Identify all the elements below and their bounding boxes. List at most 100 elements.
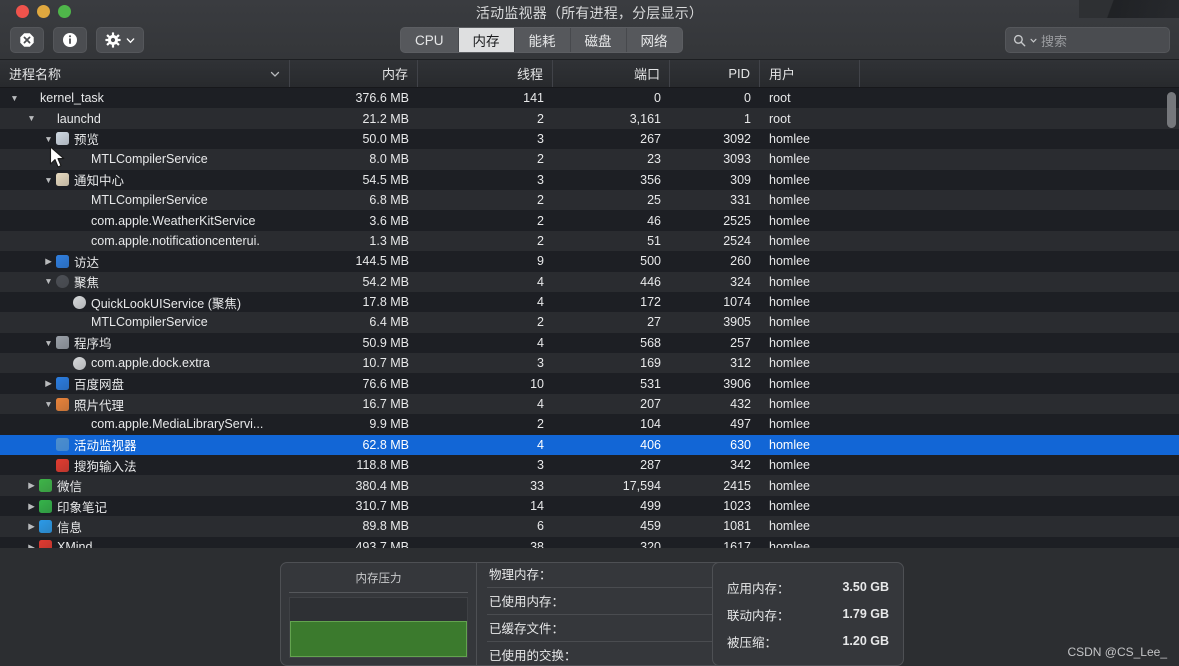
table-row[interactable]: ▶ com.apple.dock.extra 10.7 MB 3 169 312 homle…: [0, 353, 1179, 374]
messages-icon: [39, 519, 52, 533]
process-user-cell: homlee: [769, 499, 810, 513]
process-threads-cell: 2: [537, 193, 544, 208]
view-tabs[interactable]: CPU 内存 能耗 磁盘 网络: [400, 27, 683, 53]
notification-center-icon: [56, 173, 69, 187]
disclosure-triangle-expanded-icon[interactable]: ▼: [43, 175, 54, 185]
scrollbar-thumb[interactable]: [1167, 92, 1176, 128]
process-user-cell: homlee: [769, 233, 810, 248]
table-row[interactable]: ▶ 访达 144.5 MB 9 500 260 homlee: [0, 251, 1179, 272]
table-row[interactable]: ▶ 搜狗输入法 118.8 MB 3 287 342 homlee: [0, 455, 1179, 476]
settings-button[interactable]: [96, 27, 144, 53]
table-row[interactable]: ▼ launchd 21.2 MB 2 3,161 1 root: [0, 108, 1179, 129]
finder-icon: [56, 254, 69, 268]
disclosure-triangle-collapsed-icon[interactable]: ▶: [26, 502, 37, 511]
disclosure-triangle-collapsed-icon[interactable]: ▶: [43, 257, 54, 266]
process-ports-cell: 46: [647, 213, 661, 228]
process-name-label: 百度网盘: [74, 378, 125, 393]
disclosure-triangle-expanded-icon[interactable]: ▼: [43, 339, 54, 348]
table-row[interactable]: ▶MTLCompilerService 8.0 MB 2 23 3093 homlee: [0, 149, 1179, 170]
process-name-label: 访达: [74, 255, 100, 270]
process-name-label: MTLCompilerService: [91, 315, 208, 330]
table-row[interactable]: ▼ 预览 50.0 MB 3 267 3092 homlee: [0, 128, 1179, 150]
process-memory-cell: 1.3 MB: [369, 233, 409, 248]
disclosure-triangle-placeholder: ▶: [60, 298, 71, 307]
table-row[interactable]: ▶ 微信 380.4 MB 33 17,594 2415 homlee: [0, 475, 1179, 496]
process-table[interactable]: ▼ kernel_task 376.6 MB 141 0 0 root ▼ launchd 21.…: [0, 88, 1179, 548]
column-header-process-name[interactable]: 进程名称: [0, 60, 290, 87]
memory-pressure-graph-section: 内存压力: [281, 563, 477, 665]
table-row[interactable]: ▶ com.apple.MediaLibraryServi... 9.9 MB 2 10…: [0, 414, 1179, 435]
table-row[interactable]: ▶ 信息 89.8 MB 6 459 1081 homlee: [0, 516, 1179, 537]
disclosure-triangle-expanded-icon[interactable]: ▼: [43, 277, 54, 286]
disclosure-triangle-expanded-icon[interactable]: ▼: [43, 400, 54, 409]
tab-cpu[interactable]: CPU: [401, 28, 459, 52]
column-header-threads[interactable]: 线程: [418, 60, 553, 87]
table-row[interactable]: ▼ kernel_task 376.6 MB 141 0 0 root: [0, 88, 1179, 109]
disclosure-triangle-placeholder: ▶: [60, 237, 71, 246]
process-ports-cell: 104: [640, 417, 661, 432]
process-threads-cell: 2: [537, 213, 544, 228]
process-user-cell: homlee: [769, 539, 810, 548]
table-row[interactable]: ▼ 聚焦 54.2 MB 4 446 324 homlee: [0, 271, 1179, 292]
process-memory-cell: 6.4 MB: [369, 315, 409, 330]
table-row[interactable]: ▼ 通知中心 54.5 MB 3 356 309 homlee: [0, 169, 1179, 190]
process-name-cell: ▶ 活动监视器: [0, 435, 290, 455]
table-row[interactable]: ▶ 印象笔记 310.7 MB 14 499 1023 homlee: [0, 495, 1179, 517]
disclosure-triangle-collapsed-icon[interactable]: ▶: [26, 481, 37, 490]
process-user-cell: homlee: [769, 295, 810, 310]
process-threads-cell: 2: [537, 152, 544, 167]
column-header-memory[interactable]: 内存: [290, 60, 418, 87]
tab-memory[interactable]: 内存: [458, 28, 515, 52]
column-header-user[interactable]: 用户: [760, 60, 860, 87]
chevron-down-icon: [126, 37, 135, 43]
process-threads-cell: 4: [537, 274, 544, 289]
memory-stat-value: 1.79 GB: [842, 607, 889, 621]
disclosure-triangle-collapsed-icon[interactable]: ▶: [43, 379, 54, 388]
column-header-pid[interactable]: PID: [670, 60, 760, 87]
process-memory-cell: 54.5 MB: [362, 172, 409, 187]
table-row[interactable]: ▶com.apple.notificationcenterui.1.3 MB25…: [0, 230, 1179, 252]
process-name-cell: ▶ MTLCompilerService: [0, 312, 290, 332]
process-name-label: MTLCompilerService: [91, 152, 208, 167]
stop-process-button[interactable]: [10, 27, 44, 53]
column-header-filler: [860, 60, 1179, 87]
process-threads-cell: 38: [530, 539, 544, 548]
process-name-cell: ▶ XMind: [0, 537, 290, 548]
table-row[interactable]: ▶ 活动监视器 62.8 MB 4 406 630 homlee: [0, 434, 1179, 456]
table-row[interactable]: ▶ MTLCompilerService 6.8 MB 2 25 331 homlee: [0, 189, 1179, 211]
memory-stat-row: 联动内存： 1.79 GB: [727, 601, 889, 628]
tab-network[interactable]: 网络: [627, 28, 682, 52]
process-name-label: 照片代理: [74, 398, 125, 413]
process-ports-cell: 27: [647, 315, 661, 330]
table-row[interactable]: ▶ QuickLookUIService (聚焦) 17.8 MB 4 172 1074 h…: [0, 291, 1179, 313]
disclosure-triangle-placeholder: ▶: [60, 420, 71, 429]
tab-disk[interactable]: 磁盘: [571, 28, 627, 52]
process-user-cell: homlee: [769, 519, 810, 534]
disclosure-triangle-collapsed-icon[interactable]: ▶: [26, 522, 37, 531]
process-name-label: com.apple.dock.extra: [91, 356, 210, 371]
table-row[interactable]: ▶ 百度网盘 76.6 MB 10 531 3906 homlee: [0, 373, 1179, 394]
process-table-scrollbar[interactable]: [1167, 92, 1176, 544]
table-row[interactable]: ▶ com.apple.WeatherKitService 3.6 MB 2 46 252…: [0, 210, 1179, 231]
disclosure-triangle-expanded-icon[interactable]: ▼: [26, 114, 37, 123]
table-row[interactable]: ▼ 照片代理 16.7 MB 4 207 432 homlee: [0, 393, 1179, 415]
table-row[interactable]: ▶ XMind 493.7 MB 38 320 1617 homlee: [0, 536, 1179, 548]
tab-energy[interactable]: 能耗: [515, 28, 571, 52]
table-row[interactable]: ▼ 程序坞 50.9 MB 4 568 257 homlee: [0, 332, 1179, 354]
table-row[interactable]: ▶ MTLCompilerService 6.4 MB 2 27 3905 homlee: [0, 312, 1179, 333]
process-pid-cell: 1: [744, 111, 751, 126]
process-pid-cell: 257: [730, 335, 751, 350]
memory-stat-row: 应用内存： 3.50 GB: [727, 574, 889, 601]
memory-stat-label: 已缓存文件：: [489, 622, 565, 636]
column-header-ports[interactable]: 端口: [553, 60, 670, 87]
disclosure-triangle-expanded-icon[interactable]: ▼: [9, 94, 20, 103]
chevron-down-icon[interactable]: [1030, 37, 1037, 44]
inspect-process-button[interactable]: [53, 27, 87, 53]
process-user-cell: homlee: [769, 356, 810, 371]
process-memory-cell: 493.7 MB: [355, 539, 409, 548]
process-pid-cell: 1074: [723, 295, 751, 310]
activity-monitor-window: 活动监视器（所有进程，分层显示） CPU 内存 能耗 磁盘 网络 搜索 进程名称…: [0, 0, 1179, 666]
disclosure-triangle-expanded-icon[interactable]: ▼: [43, 135, 54, 144]
search-field[interactable]: 搜索: [1005, 27, 1170, 53]
process-name-label: 信息: [57, 520, 83, 535]
